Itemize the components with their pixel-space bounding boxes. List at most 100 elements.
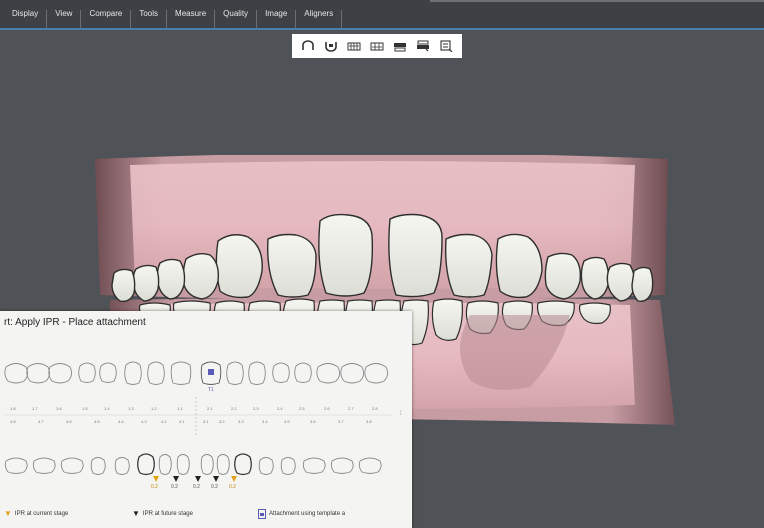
lower-number: 3.2 <box>219 419 225 424</box>
lower-tooth-46 <box>60 457 84 474</box>
scroll-marker: ⁞ <box>400 411 402 417</box>
upper-tooth-25 <box>294 362 312 383</box>
legend-attachment-label: Attachment using template a <box>269 511 346 517</box>
legend-ipr-future: ▼ IPR at future stage <box>132 509 193 518</box>
lower-tooth-47 <box>32 457 56 474</box>
menu-display[interactable]: Display <box>4 10 48 28</box>
attachment-icon <box>258 509 266 519</box>
lower-number: 3.6 <box>310 419 316 424</box>
ipr-value: 0.2 <box>229 484 236 490</box>
ipr-value: 0.2 <box>171 484 178 490</box>
lower-tooth-34 <box>258 457 274 475</box>
upper-tooth-11 <box>170 361 192 385</box>
upper-number: 1.8 <box>10 406 16 411</box>
upper-tooth-12 <box>147 361 165 385</box>
upper-jaw-icon[interactable] <box>393 40 408 53</box>
tooth-11 <box>318 213 374 297</box>
upper-number: 1.2 <box>151 406 157 411</box>
lower-number: 4.4 <box>118 419 124 424</box>
lower-tooth-31 <box>200 454 214 475</box>
bottom-view-icon[interactable] <box>323 40 338 53</box>
right-view-icon[interactable] <box>369 40 384 53</box>
upper-number: 1.7 <box>32 406 38 411</box>
upper-tooth-22 <box>226 361 244 385</box>
lower-tooth-32 <box>216 454 230 475</box>
lower-number: 4.6 <box>66 419 72 424</box>
tooth-13 <box>215 234 263 299</box>
lower-number: 4.2 <box>161 419 167 424</box>
tooth-33 <box>431 298 463 341</box>
lower-number: 4.8 <box>10 419 16 424</box>
lower-number: 3.1 <box>203 419 209 424</box>
upper-number: 2.3 <box>253 406 259 411</box>
menu-measure[interactable]: Measure <box>167 10 216 28</box>
menu-tools[interactable]: Tools <box>131 10 168 28</box>
view-toolbar <box>292 34 462 58</box>
menu-bar: Display View Compare Tools Measure Quali… <box>0 0 764 30</box>
lower-number: 4.5 <box>94 419 100 424</box>
tooth-25 <box>580 256 610 300</box>
occlusion-icon[interactable] <box>439 40 454 53</box>
left-view-icon[interactable] <box>346 40 361 53</box>
menu-image[interactable]: Image <box>257 10 297 28</box>
lower-tooth-42 <box>158 454 172 475</box>
menu-view[interactable]: View <box>47 10 82 28</box>
lower-tooth-37 <box>330 457 354 474</box>
lower-number: 3.7 <box>338 419 344 424</box>
lower-tooth-43 <box>137 453 155 476</box>
ipr-attachment-panel: rt: Apply IPR - Place attachment ⁞ T1 1.… <box>0 311 412 528</box>
lower-number: 3.4 <box>262 419 268 424</box>
upper-number: 2.6 <box>324 406 330 411</box>
upper-tooth-15 <box>78 362 96 383</box>
legend-ipr-current: ▼ IPR at current stage <box>4 509 68 518</box>
upper-number: 1.5 <box>82 406 88 411</box>
lower-tooth-33 <box>234 453 252 476</box>
upper-number: 1.4 <box>104 406 110 411</box>
tooth-24 <box>544 252 582 300</box>
tooth-22 <box>444 233 493 298</box>
ipr-current-icon: ▼ <box>4 509 12 518</box>
lower-tooth-45 <box>90 457 106 475</box>
ipr-future-marker <box>195 476 201 482</box>
upper-number: 1.6 <box>56 406 62 411</box>
tooth-17 <box>111 268 136 303</box>
tooth-16 <box>132 264 160 302</box>
upper-number: 2.7 <box>348 406 354 411</box>
lower-tooth-35 <box>280 457 296 475</box>
upper-number: 2.5 <box>299 406 305 411</box>
ipr-current-marker <box>231 476 237 482</box>
front-view-icon[interactable] <box>300 40 315 53</box>
ipr-future-icon: ▼ <box>132 509 140 518</box>
upper-tooth-24 <box>272 362 290 383</box>
upper-tooth-14 <box>99 362 117 383</box>
legend-attachment: Attachment using template a <box>258 509 345 519</box>
upper-tooth-27 <box>340 363 365 384</box>
lower-jaw-icon[interactable] <box>416 40 431 53</box>
lower-number: 3.8 <box>366 419 372 424</box>
upper-tooth-16 <box>48 363 73 384</box>
upper-number: 1.1 <box>177 406 183 411</box>
lower-tooth-38 <box>358 457 382 474</box>
menu-aligners[interactable]: Aligners <box>296 10 343 28</box>
tooth-23 <box>495 233 543 299</box>
upper-tooth-23 <box>248 361 266 385</box>
lower-number: 3.3 <box>238 419 244 424</box>
attachment-label: T1 <box>208 387 214 393</box>
tooth-12 <box>267 233 317 298</box>
lower-tooth-44 <box>114 457 130 475</box>
ipr-value: 0.2 <box>193 484 200 490</box>
upper-number: 2.4 <box>277 406 283 411</box>
menu-quality[interactable]: Quality <box>215 10 258 28</box>
menu-compare[interactable]: Compare <box>81 10 132 28</box>
lower-number: 4.1 <box>179 419 185 424</box>
upper-tooth-26 <box>316 363 341 384</box>
lower-tooth-48 <box>4 457 28 474</box>
tooth-21 <box>388 213 443 298</box>
tooth-27 <box>631 266 654 302</box>
ipr-future-marker <box>213 476 219 482</box>
lower-number: 4.7 <box>38 419 44 424</box>
ipr-future-marker <box>173 476 179 482</box>
ipr-markers <box>153 476 237 482</box>
upper-number: 1.3 <box>128 406 134 411</box>
upper-number: 2.2 <box>231 406 237 411</box>
